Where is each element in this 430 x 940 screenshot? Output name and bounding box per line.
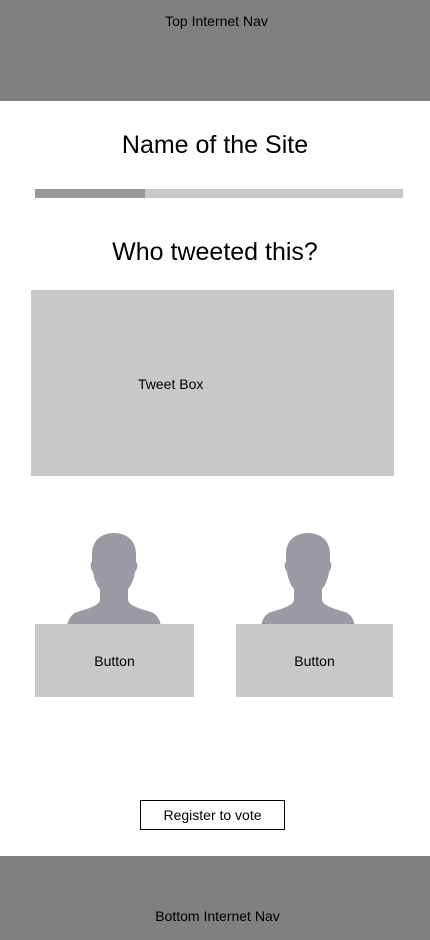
tweet-box: Tweet Box <box>31 290 394 476</box>
progress-bar <box>35 189 403 198</box>
top-nav-label: Top Internet Nav <box>165 13 268 29</box>
bottom-nav: Bottom Internet Nav <box>0 856 430 940</box>
question-heading: Who tweeted this? <box>112 238 318 266</box>
top-nav: Top Internet Nav <box>0 0 430 101</box>
tweet-box-label: Tweet Box <box>138 376 204 392</box>
candidate-1-button[interactable]: Button <box>35 624 194 697</box>
person-silhouette-icon <box>67 533 161 626</box>
candidate-2-button[interactable]: Button <box>236 624 393 697</box>
person-silhouette-icon <box>261 533 355 626</box>
bottom-nav-label: Bottom Internet Nav <box>155 908 280 924</box>
site-title: Name of the Site <box>121 131 309 159</box>
register-to-vote-button[interactable]: Register to vote <box>140 800 285 830</box>
progress-bar-fill <box>35 189 146 198</box>
